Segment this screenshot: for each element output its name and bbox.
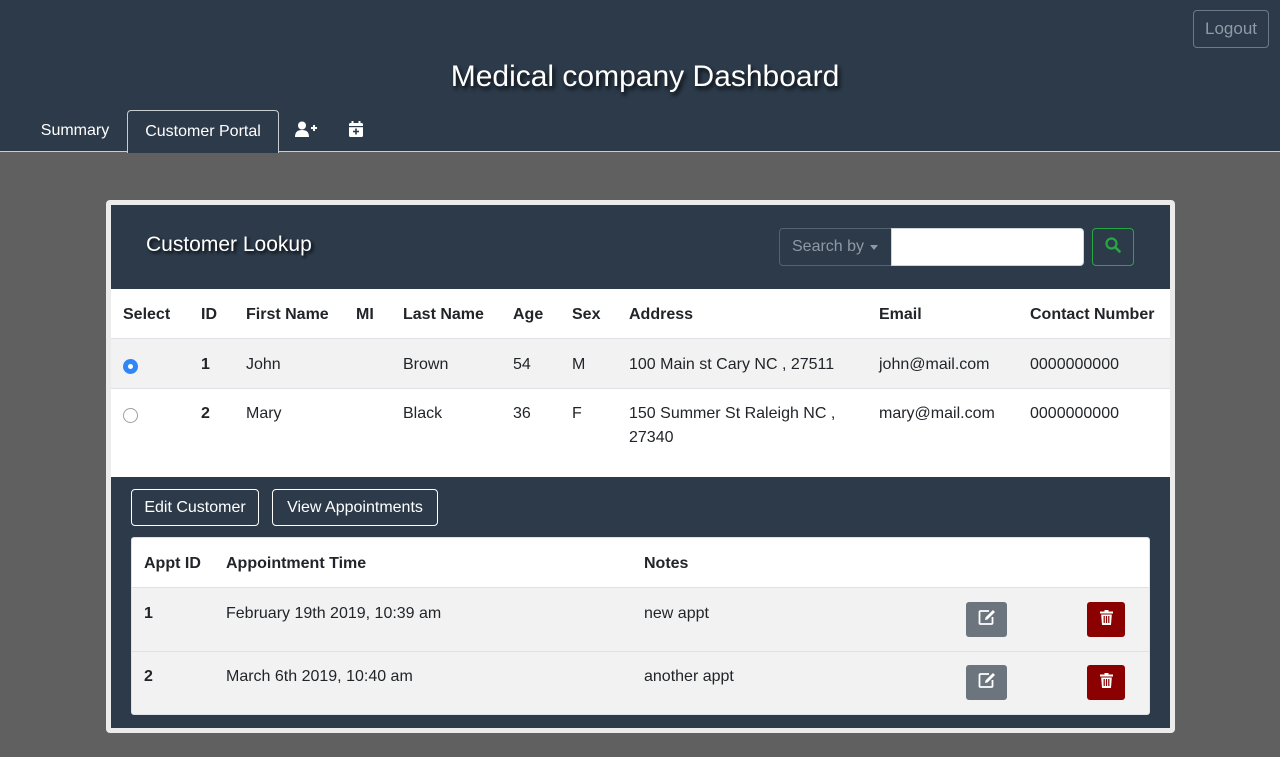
appointment-id: 2 [144,668,153,685]
column-header-appointment-time: Appointment Time [226,555,367,572]
customer-address: 150 Summer St Raleigh NC , [629,405,836,422]
column-header-age: Age [513,306,544,323]
column-header-notes: Notes [644,555,689,572]
caret-down-icon [870,244,879,250]
customer-lookup-title: Customer Lookup [146,233,312,256]
customer-first-name: John [246,356,281,373]
tab-add-customer[interactable] [286,110,326,152]
row-divider [111,388,1170,389]
customer-phone: 0000000000 [1030,405,1119,422]
column-header-contact-number: Contact Number [1030,306,1155,323]
tab-customer-portal[interactable]: Customer Portal [127,110,279,153]
search-button[interactable] [1092,228,1134,266]
select-radio-selected[interactable] [123,359,138,374]
customer-age: 54 [513,356,531,373]
select-radio[interactable] [123,408,138,423]
customer-lookup-card: Customer Lookup Search by Select ID Firs… [111,205,1170,728]
logout-button[interactable]: Logout [1193,10,1269,48]
appointment-notes: another appt [644,668,734,685]
tab-add-appointment[interactable] [336,110,376,152]
customer-last-name: Brown [403,356,449,373]
edit-icon [978,672,996,693]
view-appointments-button[interactable]: View Appointments [272,489,438,526]
column-header-appt-id: Appt ID [144,555,201,572]
customer-sex: M [572,356,586,373]
customer-address: 100 Main st Cary NC , 27511 [629,356,835,373]
customer-address-line2: 27340 [629,429,674,446]
edit-appointment-button[interactable] [966,602,1007,637]
customer-first-name: Mary [246,405,282,422]
column-header-address: Address [629,306,694,323]
column-header-mi: MI [356,306,374,323]
delete-appointment-button[interactable] [1087,602,1125,637]
column-header-sex: Sex [572,306,601,323]
appointment-time: February 19th 2019, 10:39 am [226,605,442,622]
tab-summary[interactable]: Summary [26,110,124,152]
column-header-email: Email [879,306,922,323]
customer-email: mary@mail.com [879,405,995,422]
column-header-last-name: Last Name [403,306,484,323]
customer-last-name: Black [403,405,443,422]
customer-sex: F [572,405,582,422]
customer-phone: 0000000000 [1030,356,1119,373]
customer-table: Select ID First Name MI Last Name Age Se… [111,289,1170,477]
trash-icon [1099,609,1113,630]
edit-icon [978,609,996,630]
appointment-notes: new appt [644,605,709,622]
appointment-time: March 6th 2019, 10:40 am [226,668,413,685]
search-icon [1105,236,1121,258]
customer-id: 2 [201,405,210,422]
column-header-select: Select [123,306,171,323]
search-by-label: Search by [792,238,865,255]
edit-appointment-button[interactable] [966,665,1007,700]
calendar-plus-icon [349,120,363,142]
add-user-icon [295,121,317,142]
page-title: Medical company Dashboard [450,60,840,93]
appointments-table: Appt ID Appointment Time Notes 1 Februar… [131,537,1150,715]
edit-customer-button[interactable]: Edit Customer [131,489,259,526]
delete-appointment-button[interactable] [1087,665,1125,700]
column-header-id: ID [201,306,217,323]
customer-age: 36 [513,405,531,422]
customer-email: john@mail.com [879,356,990,373]
trash-icon [1099,672,1113,693]
customer-id: 1 [201,356,210,373]
customer-lookup-panel: Customer Lookup Search by Select ID Firs… [106,200,1175,733]
column-header-first-name: First Name [246,306,329,323]
top-header: Logout Medical company Dashboard Summary… [0,0,1280,153]
search-input[interactable] [891,228,1084,266]
search-by-dropdown[interactable]: Search by [779,228,892,266]
appointment-id: 1 [144,605,153,622]
